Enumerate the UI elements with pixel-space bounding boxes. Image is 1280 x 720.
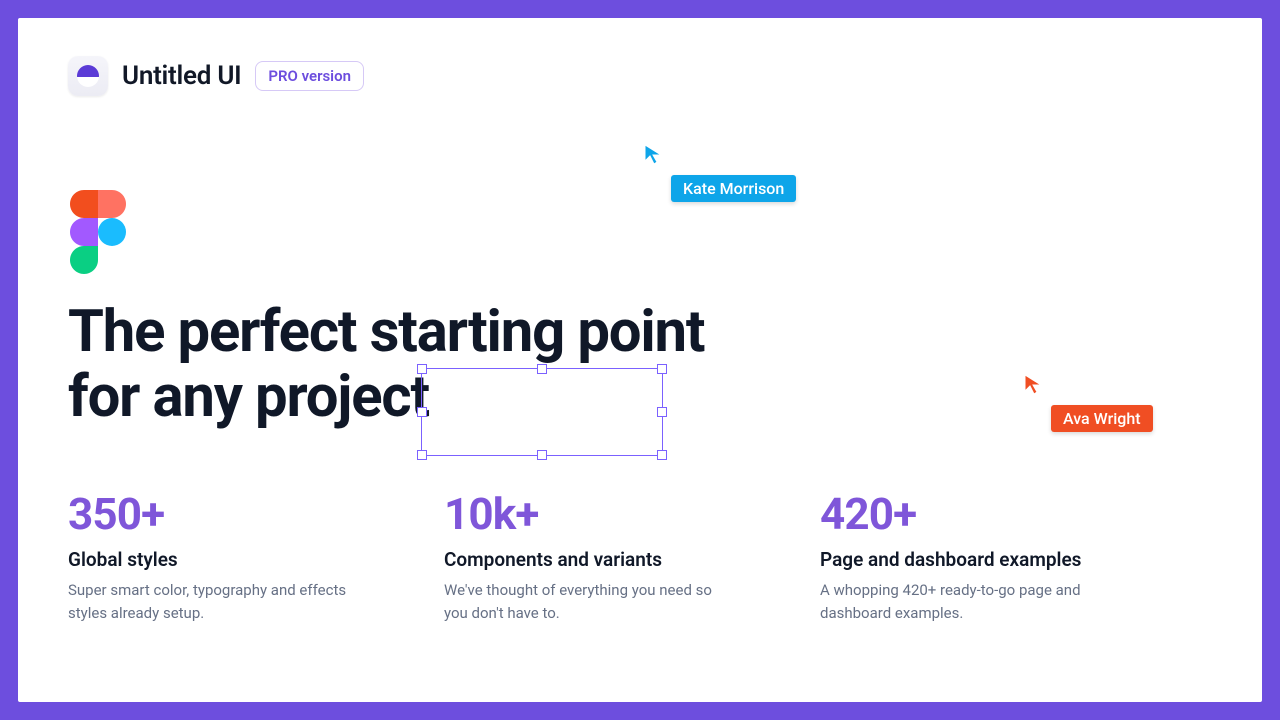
selection-handle[interactable]	[657, 364, 667, 374]
stat-description: Super smart color, typography and effect…	[68, 579, 348, 624]
stat-title: Components and variants	[444, 548, 744, 571]
stat-title: Page and dashboard examples	[820, 548, 1120, 571]
stat-components: 10k+ Components and variants We've thoug…	[444, 488, 744, 624]
outer-frame: Untitled UI PRO version The perfect star…	[0, 0, 1280, 720]
text-selection-box[interactable]	[421, 368, 663, 456]
selection-handle[interactable]	[657, 450, 667, 460]
brand-row: Untitled UI PRO version	[68, 56, 1212, 96]
selection-handle[interactable]	[417, 407, 427, 417]
stat-pages: 420+ Page and dashboard examples A whopp…	[820, 488, 1120, 624]
brand-logo-icon	[68, 56, 108, 96]
collaborator-cursor-blue: Kate Morrison	[643, 143, 796, 202]
selection-handle[interactable]	[417, 364, 427, 374]
stat-description: A whopping 420+ ready-to-go page and das…	[820, 579, 1100, 624]
stat-number: 420+	[820, 488, 1120, 540]
pro-version-badge[interactable]: PRO version	[255, 61, 364, 91]
selection-handle[interactable]	[537, 364, 547, 374]
canvas[interactable]: Untitled UI PRO version The perfect star…	[18, 18, 1262, 702]
stat-title: Global styles	[68, 548, 368, 571]
stat-description: We've thought of everything you need so …	[444, 579, 724, 624]
collaborator-name-label: Kate Morrison	[671, 175, 796, 202]
brand-name: Untitled UI	[122, 61, 241, 91]
figma-logo-icon	[70, 190, 126, 278]
stats-row: 350+ Global styles Super smart color, ty…	[68, 488, 1120, 624]
selection-handle[interactable]	[417, 450, 427, 460]
collaborator-name-label: Ava Wright	[1051, 405, 1153, 432]
stat-number: 350+	[68, 488, 368, 540]
cursor-icon	[1023, 373, 1045, 395]
selection-handle[interactable]	[657, 407, 667, 417]
cursor-icon	[643, 143, 665, 165]
selection-handle[interactable]	[537, 450, 547, 460]
collaborator-cursor-orange: Ava Wright	[1023, 373, 1153, 432]
stat-number: 10k+	[444, 488, 744, 540]
stat-global-styles: 350+ Global styles Super smart color, ty…	[68, 488, 368, 624]
